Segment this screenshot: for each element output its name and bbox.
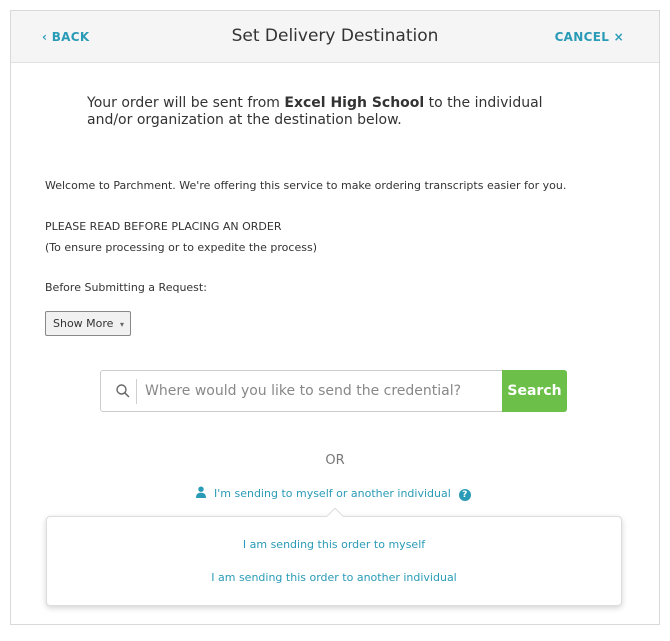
person-icon <box>196 486 206 498</box>
welcome-text: Welcome to Parchment. We're offering thi… <box>45 179 567 192</box>
header-bar: ‹ BACK Set Delivery Destination CANCEL × <box>11 11 659 63</box>
sending-to-individual-link[interactable]: I'm sending to myself or another individ… <box>195 486 471 501</box>
show-more-button[interactable]: Show More ▾ <box>45 311 131 336</box>
send-to-another-individual-option[interactable]: I am sending this order to another indiv… <box>47 571 621 584</box>
individual-options-dropdown: I am sending this order to myself I am s… <box>46 507 622 606</box>
cancel-button[interactable]: CANCEL × <box>555 30 624 44</box>
search-bar: Search <box>100 370 567 412</box>
search-divider <box>136 379 137 404</box>
intro-text: Your order will be sent from Excel High … <box>87 95 567 129</box>
before-submitting-text: Before Submitting a Request: <box>45 281 207 294</box>
school-name: Excel High School <box>284 95 425 111</box>
search-icon <box>116 384 130 398</box>
show-more-label: Show More <box>53 317 114 330</box>
chevron-down-icon: ▾ <box>119 320 124 329</box>
or-divider-label: OR <box>325 453 345 468</box>
sending-to-individual-label: I'm sending to myself or another individ… <box>214 487 451 500</box>
intro-prefix: Your order will be sent from <box>87 95 285 111</box>
read-subtext: (To ensure processing or to expedite the… <box>45 241 317 254</box>
read-heading: PLEASE READ BEFORE PLACING AN ORDER <box>45 220 282 233</box>
question-circle-icon[interactable]: ? <box>458 489 471 501</box>
search-button[interactable]: Search <box>502 370 567 412</box>
search-input[interactable] <box>145 371 500 411</box>
send-to-myself-option[interactable]: I am sending this order to myself <box>47 538 621 551</box>
dropdown-arrow <box>326 507 344 525</box>
delivery-destination-panel: ‹ BACK Set Delivery Destination CANCEL ×… <box>10 10 660 625</box>
